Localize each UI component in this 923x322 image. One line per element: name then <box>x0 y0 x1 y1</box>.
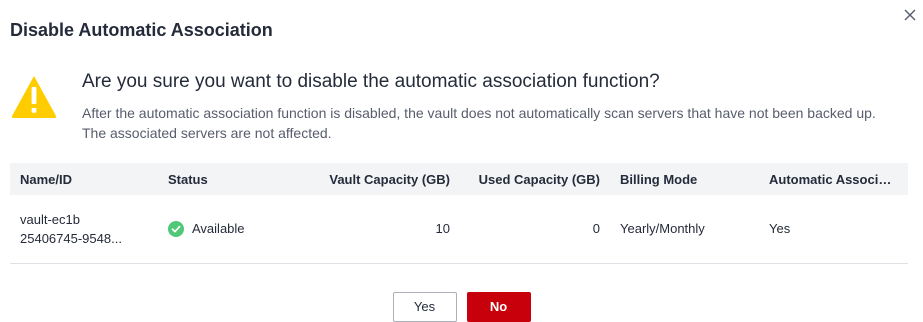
cell-used-capacity: 0 <box>592 221 600 237</box>
column-header-billing-mode: Billing Mode <box>620 171 698 187</box>
dialog-title: Disable Automatic Association <box>10 20 273 40</box>
column-header-used-capacity: Used Capacity (GB) <box>478 171 600 187</box>
check-circle-icon <box>168 220 184 237</box>
dialog-footer: Yes No <box>0 292 923 322</box>
vault-table: Name/ID Status Vault Capacity (GB) Used … <box>10 163 908 264</box>
confirmation-question: Are you sure you want to disable the aut… <box>82 71 660 92</box>
confirmation-description: After the automatic association function… <box>82 105 876 141</box>
table-row: vault-ec1b 25406745-9548... Available 10… <box>10 195 908 263</box>
close-icon[interactable] <box>901 6 919 24</box>
column-header-vault-capacity: Vault Capacity (GB) <box>329 171 450 187</box>
vault-id: 25406745-9548... <box>20 230 122 246</box>
yes-button[interactable]: Yes <box>392 292 457 322</box>
cell-status: Available <box>158 195 310 263</box>
column-header-automatic-association: Automatic Associati... <box>769 171 905 187</box>
cell-name-id: vault-ec1b 25406745-9548... <box>10 195 158 263</box>
cell-vault-capacity: 10 <box>435 221 450 237</box>
cell-billing-mode: Yearly/Monthly <box>620 221 705 237</box>
column-header-name-id: Name/ID <box>20 171 73 187</box>
table-header-row: Name/ID Status Vault Capacity (GB) Used … <box>10 163 908 195</box>
disable-association-dialog: Disable Automatic Association Are you su… <box>0 0 923 322</box>
warning-triangle-icon <box>10 73 58 119</box>
cell-automatic-association: Yes <box>769 221 791 237</box>
vault-name: vault-ec1b <box>20 211 80 227</box>
no-button[interactable]: No <box>466 292 531 322</box>
column-header-status: Status <box>168 171 208 187</box>
status-label: Available <box>192 221 245 237</box>
